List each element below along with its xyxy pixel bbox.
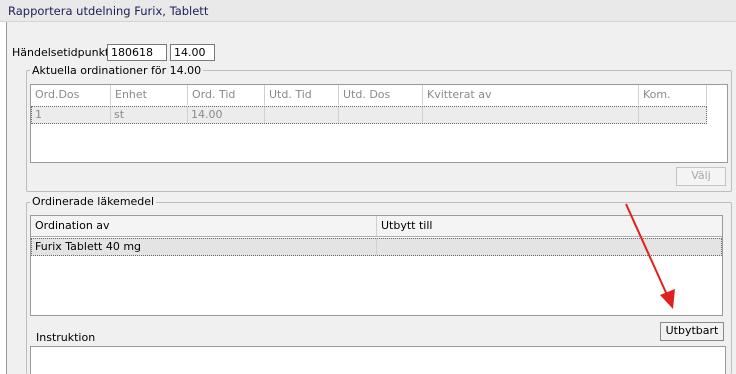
- annotation-arrow-overlay: [625, 203, 675, 309]
- annotation-arrow-line: [625, 203, 669, 298]
- annotation-arrow-head: [660, 289, 675, 309]
